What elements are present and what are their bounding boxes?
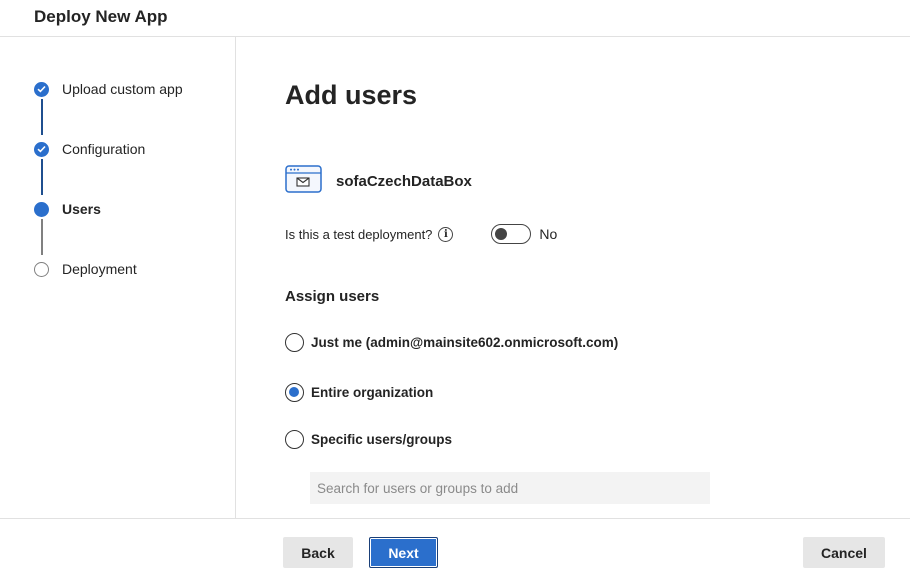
toggle-state-text: No (539, 226, 558, 242)
step-deployment: Deployment (34, 259, 137, 279)
test-deployment-toggle[interactable] (491, 224, 532, 244)
info-icon[interactable]: i (438, 226, 454, 242)
step-configuration: Configuration (34, 139, 145, 159)
page-title: Add users (285, 80, 418, 110)
step-connector (41, 99, 43, 135)
test-deployment-row: Is this a test deployment? i No (285, 224, 557, 244)
search-users-input[interactable] (310, 472, 710, 504)
radio-button[interactable] (285, 430, 304, 449)
step-label: Users (62, 201, 101, 217)
step-label: Deployment (62, 261, 137, 277)
radio-just-me[interactable]: Just me (admin@mainsite602.onmicrosoft.c… (285, 333, 618, 352)
radio-label: Specific users/groups (311, 432, 453, 447)
stepper-sidebar: Upload custom app Configuration Users De… (0, 37, 236, 519)
footer: Back Next Cancel (0, 518, 910, 577)
assign-users-heading: Assign users (285, 288, 380, 305)
app-info: sofaCzechDataBox (285, 165, 472, 198)
radio-specific-users-groups[interactable]: Specific users/groups (285, 430, 452, 449)
step-label: Configuration (62, 141, 146, 157)
radio-button[interactable] (285, 333, 304, 352)
toggle-knob (495, 228, 508, 240)
step-upload-custom-app: Upload custom app (34, 79, 183, 99)
check-icon (34, 141, 49, 157)
header: Deploy New App (0, 0, 910, 37)
radio-button[interactable] (285, 383, 304, 402)
app-name: sofaCzechDataBox (336, 173, 472, 190)
current-step-icon (34, 201, 49, 217)
next-button[interactable]: Next (369, 537, 438, 568)
check-icon (34, 81, 49, 97)
step-connector (41, 159, 43, 195)
test-deployment-label: Is this a test deployment? (285, 226, 433, 242)
pending-step-icon (34, 261, 49, 277)
radio-label: Entire organization (311, 385, 434, 400)
header-title: Deploy New App (34, 7, 168, 26)
step-users: Users (34, 199, 101, 219)
radio-entire-organization[interactable]: Entire organization (285, 383, 433, 402)
cancel-button[interactable]: Cancel (803, 537, 885, 568)
back-button[interactable]: Back (283, 537, 353, 568)
radio-label: Just me (admin@mainsite602.onmicrosoft.c… (311, 335, 619, 350)
step-label: Upload custom app (62, 81, 183, 97)
step-connector (41, 219, 43, 255)
app-icon (285, 165, 322, 198)
